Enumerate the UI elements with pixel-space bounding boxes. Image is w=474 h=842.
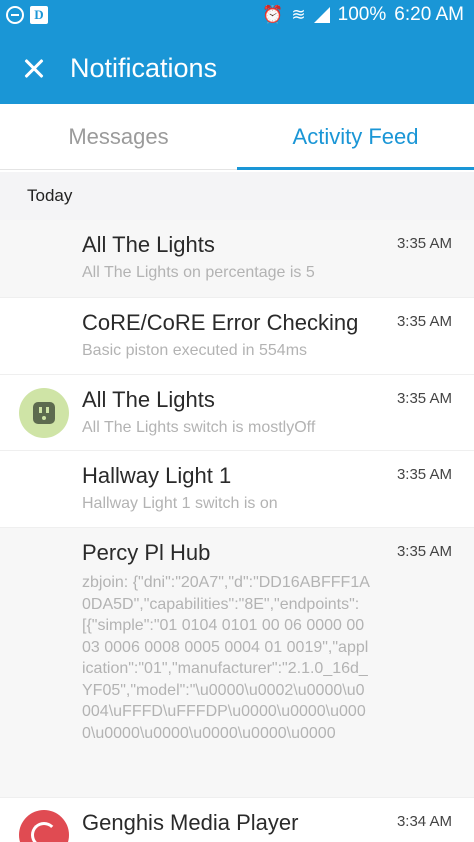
app-bar: Notifications [0, 32, 474, 104]
item-subtitle: Basic piston executed in 554ms [82, 342, 308, 359]
item-title: All The Lights [82, 232, 215, 257]
tab-activity-feed[interactable]: Activity Feed [237, 104, 474, 170]
section-header: Today [0, 172, 474, 220]
battery-percent: 100% [337, 4, 387, 25]
close-icon[interactable] [14, 48, 54, 88]
list-item[interactable]: All The Lights All The Lights switch is … [0, 375, 474, 451]
item-subtitle: zbjoin: {"dni":"20A7","d":"DD16ABFFF1A0D… [82, 574, 370, 742]
item-time: 3:35 AM [396, 466, 452, 483]
list-item[interactable]: CoRE/CoRE Error Checking Basic piston ex… [0, 298, 474, 375]
item-title: Percy Pl Hub [82, 540, 211, 565]
clock: 6:20 AM [394, 4, 464, 25]
tab-bar: Messages Activity Feed [0, 104, 474, 170]
d-app-icon: D [30, 6, 48, 24]
item-subtitle: Hallway Light 1 switch is on [82, 495, 278, 512]
minus-circle-icon [6, 6, 24, 24]
outlet-plug-icon [19, 388, 69, 438]
tab-messages[interactable]: Messages [0, 104, 237, 170]
item-time: 3:35 AM [396, 390, 452, 407]
signal-icon [313, 7, 330, 23]
item-time: 3:34 AM [396, 813, 452, 830]
item-subtitle: All The Lights on percentage is 5 [82, 264, 315, 281]
item-title: All The Lights [82, 387, 215, 412]
list-item[interactable]: Percy Pl Hub zbjoin: {"dni":"20A7","d":"… [0, 528, 474, 798]
list-item[interactable]: Genghis Media Player 3:34 AM [0, 798, 474, 842]
item-title: Genghis Media Player [82, 810, 299, 835]
media-player-icon [19, 810, 69, 842]
item-subtitle: All The Lights switch is mostlyOff [82, 419, 316, 436]
item-time: 3:35 AM [396, 543, 452, 560]
alarm-icon: ⏰ [262, 5, 284, 24]
section-label: Today [27, 186, 73, 205]
wifi-icon: ≋ [291, 5, 306, 24]
item-title: CoRE/CoRE Error Checking [82, 310, 359, 335]
item-time: 3:35 AM [396, 235, 452, 252]
list-item[interactable]: All The Lights All The Lights on percent… [0, 220, 474, 298]
status-bar: D ⏰ ≋ 100% 6:20 AM [0, 0, 474, 32]
list-item[interactable]: Hallway Light 1 Hallway Light 1 switch i… [0, 451, 474, 528]
active-tab-indicator [237, 167, 474, 170]
activity-list: All The Lights All The Lights on percent… [0, 220, 474, 842]
item-time: 3:35 AM [396, 313, 452, 330]
page-title: Notifications [70, 53, 218, 83]
item-title: Hallway Light 1 [82, 463, 232, 488]
